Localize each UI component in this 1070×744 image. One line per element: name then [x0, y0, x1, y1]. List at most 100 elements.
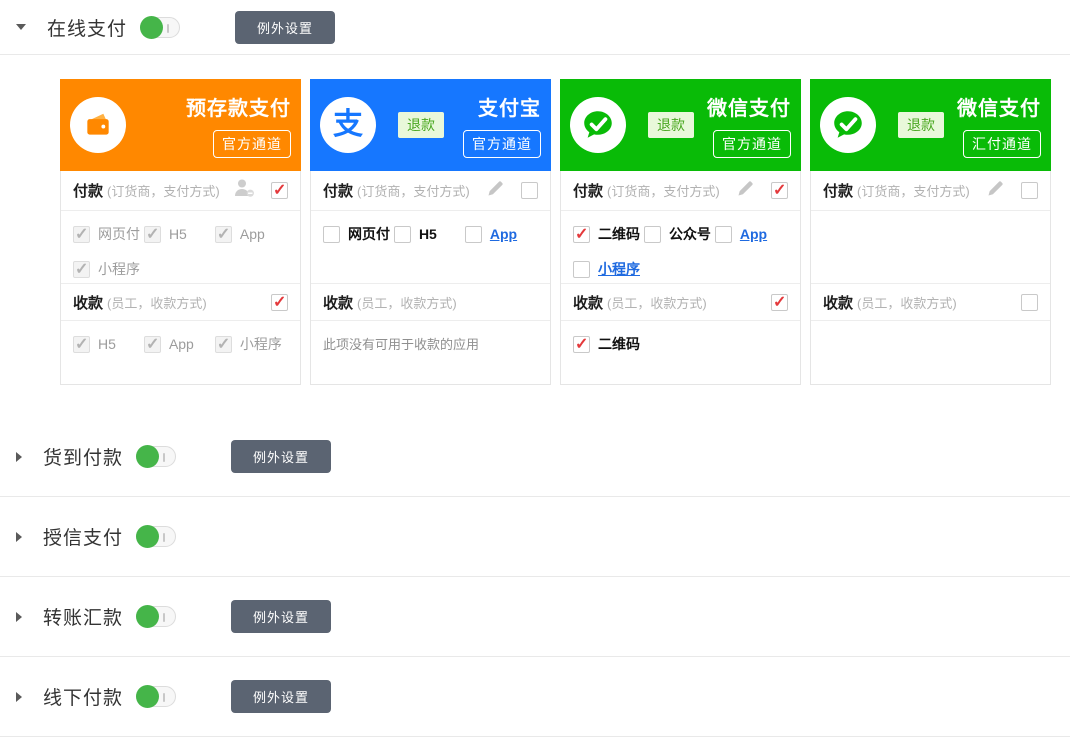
checkbox[interactable] [715, 226, 732, 243]
checkbox[interactable] [215, 336, 232, 353]
checkbox[interactable] [144, 226, 161, 243]
section-label: 转账汇款 [43, 603, 123, 630]
collect-master-checkbox[interactable] [1021, 294, 1038, 311]
collapse-arrow-icon[interactable] [16, 24, 26, 30]
card-header: 预存款支付 官方通道 [60, 79, 301, 171]
wechat-icon [820, 97, 876, 153]
collect-options: H5 App 小程序 [61, 321, 300, 384]
pay-option[interactable]: H5 [144, 224, 215, 244]
checkbox[interactable] [573, 261, 590, 278]
edit-pencil-icon[interactable] [486, 179, 505, 203]
collect-option[interactable]: H5 [73, 334, 144, 354]
collect-option[interactable]: 二维码 [573, 334, 644, 354]
card-title: 微信支付 [707, 92, 791, 121]
collect-master-checkbox[interactable] [271, 294, 288, 311]
section-offline-payment: 线下付款 例外设置 [0, 657, 1070, 737]
transfer-remittance-toggle[interactable] [136, 606, 176, 627]
edit-pencil-icon[interactable] [736, 179, 755, 203]
option-link[interactable]: App [490, 226, 517, 242]
expand-arrow-icon[interactable] [16, 532, 22, 542]
checkbox[interactable] [644, 226, 661, 243]
pay-option[interactable]: 网页付 [73, 224, 144, 244]
card-header: 退款 微信支付 汇付通道 [810, 79, 1051, 171]
collect-options: 此项没有可用于收款的应用 [311, 321, 550, 384]
option-label: 公众号 [669, 224, 711, 244]
pay-label: 付款 [73, 180, 103, 201]
checkbox[interactable] [394, 226, 411, 243]
collect-option[interactable]: 小程序 [215, 334, 286, 354]
collect-option[interactable]: App [144, 334, 215, 354]
expand-arrow-icon[interactable] [16, 692, 22, 702]
exception-settings-button[interactable]: 例外设置 [231, 440, 331, 473]
collect-master-checkbox[interactable] [771, 294, 788, 311]
pay-row: 付款 (订货商，支付方式) [61, 171, 300, 211]
checkbox[interactable] [73, 261, 90, 278]
expand-arrow-icon[interactable] [16, 612, 22, 622]
card-body: 付款 (订货商，支付方式) 二维码 [560, 171, 801, 385]
checkbox[interactable] [73, 226, 90, 243]
checkbox[interactable] [323, 226, 340, 243]
exception-settings-button[interactable]: 例外设置 [235, 11, 335, 44]
pay-option[interactable]: App [465, 224, 536, 244]
credit-payment-toggle[interactable] [136, 526, 176, 547]
expand-arrow-icon[interactable] [16, 452, 22, 462]
checkbox[interactable] [73, 336, 90, 353]
checkbox[interactable] [144, 336, 161, 353]
exception-settings-button[interactable]: 例外设置 [231, 600, 331, 633]
section-label: 线下付款 [43, 683, 123, 710]
pay-label: 付款 [323, 180, 353, 201]
section-online-payment: 在线支付 例外设置 [0, 0, 1070, 55]
checkbox[interactable] [215, 226, 232, 243]
pay-option[interactable]: 二维码 [573, 224, 644, 244]
checkbox[interactable] [573, 226, 590, 243]
pay-hint: (订货商，支付方式) [357, 181, 470, 200]
user-minus-icon[interactable] [233, 178, 255, 203]
collect-label: 收款 [823, 292, 853, 313]
pay-option[interactable]: 小程序 [573, 259, 644, 279]
checkbox[interactable] [465, 226, 482, 243]
edit-pencil-icon[interactable] [986, 179, 1005, 203]
card-body: 付款 (订货商，支付方式) [60, 171, 301, 385]
pay-hint: (订货商，支付方式) [607, 181, 720, 200]
collect-row: 收款 (员工，收款方式) [811, 284, 1050, 321]
option-label: H5 [169, 226, 187, 242]
pay-option[interactable]: App [215, 224, 286, 244]
online-payment-toggle[interactable] [140, 17, 180, 38]
pay-option[interactable]: 小程序 [73, 259, 144, 279]
pay-option[interactable]: App [715, 224, 786, 244]
section-label: 在线支付 [47, 14, 127, 41]
option-link[interactable]: App [740, 226, 767, 242]
card-wechat-huifu: 退款 微信支付 汇付通道 付款 (订货商，支付方式) [810, 79, 1051, 385]
option-label: 二维码 [598, 334, 640, 354]
option-link[interactable]: 小程序 [598, 259, 640, 279]
cash-on-delivery-toggle[interactable] [136, 446, 176, 467]
card-wechat-official: 退款 微信支付 官方通道 付款 (订货商，支付方式) [560, 79, 801, 385]
pay-option[interactable]: H5 [394, 224, 465, 244]
pay-master-checkbox[interactable] [771, 182, 788, 199]
section-transfer-remittance: 转账汇款 例外设置 [0, 577, 1070, 657]
pay-row: 付款 (订货商，支付方式) [561, 171, 800, 211]
card-title: 支付宝 [478, 92, 541, 121]
payment-cards: 预存款支付 官方通道 付款 (订货商，支付方式) [60, 79, 1070, 385]
refund-badge: 退款 [648, 112, 694, 138]
option-label: 小程序 [240, 334, 282, 354]
collect-row: 收款 (员工，收款方式) [311, 284, 550, 321]
pay-master-checkbox[interactable] [1021, 182, 1038, 199]
pay-option[interactable]: 公众号 [644, 224, 715, 244]
pay-master-checkbox[interactable] [521, 182, 538, 199]
section-label: 授信支付 [43, 523, 123, 550]
pay-master-checkbox[interactable] [271, 182, 288, 199]
pay-option[interactable]: 网页付 [323, 224, 394, 244]
offline-payment-toggle[interactable] [136, 686, 176, 707]
collect-label: 收款 [73, 292, 103, 313]
card-header: 支 退款 支付宝 官方通道 [310, 79, 551, 171]
checkbox[interactable] [573, 336, 590, 353]
refund-badge: 退款 [398, 112, 444, 138]
exception-settings-button[interactable]: 例外设置 [231, 680, 331, 713]
no-collect-apps-note: 此项没有可用于收款的应用 [323, 334, 479, 353]
collect-row: 收款 (员工，收款方式) [61, 284, 300, 321]
collect-hint: (员工，收款方式) [607, 293, 707, 312]
pay-label: 付款 [573, 180, 603, 201]
pay-hint: (订货商，支付方式) [857, 181, 970, 200]
wallet-icon [70, 97, 126, 153]
